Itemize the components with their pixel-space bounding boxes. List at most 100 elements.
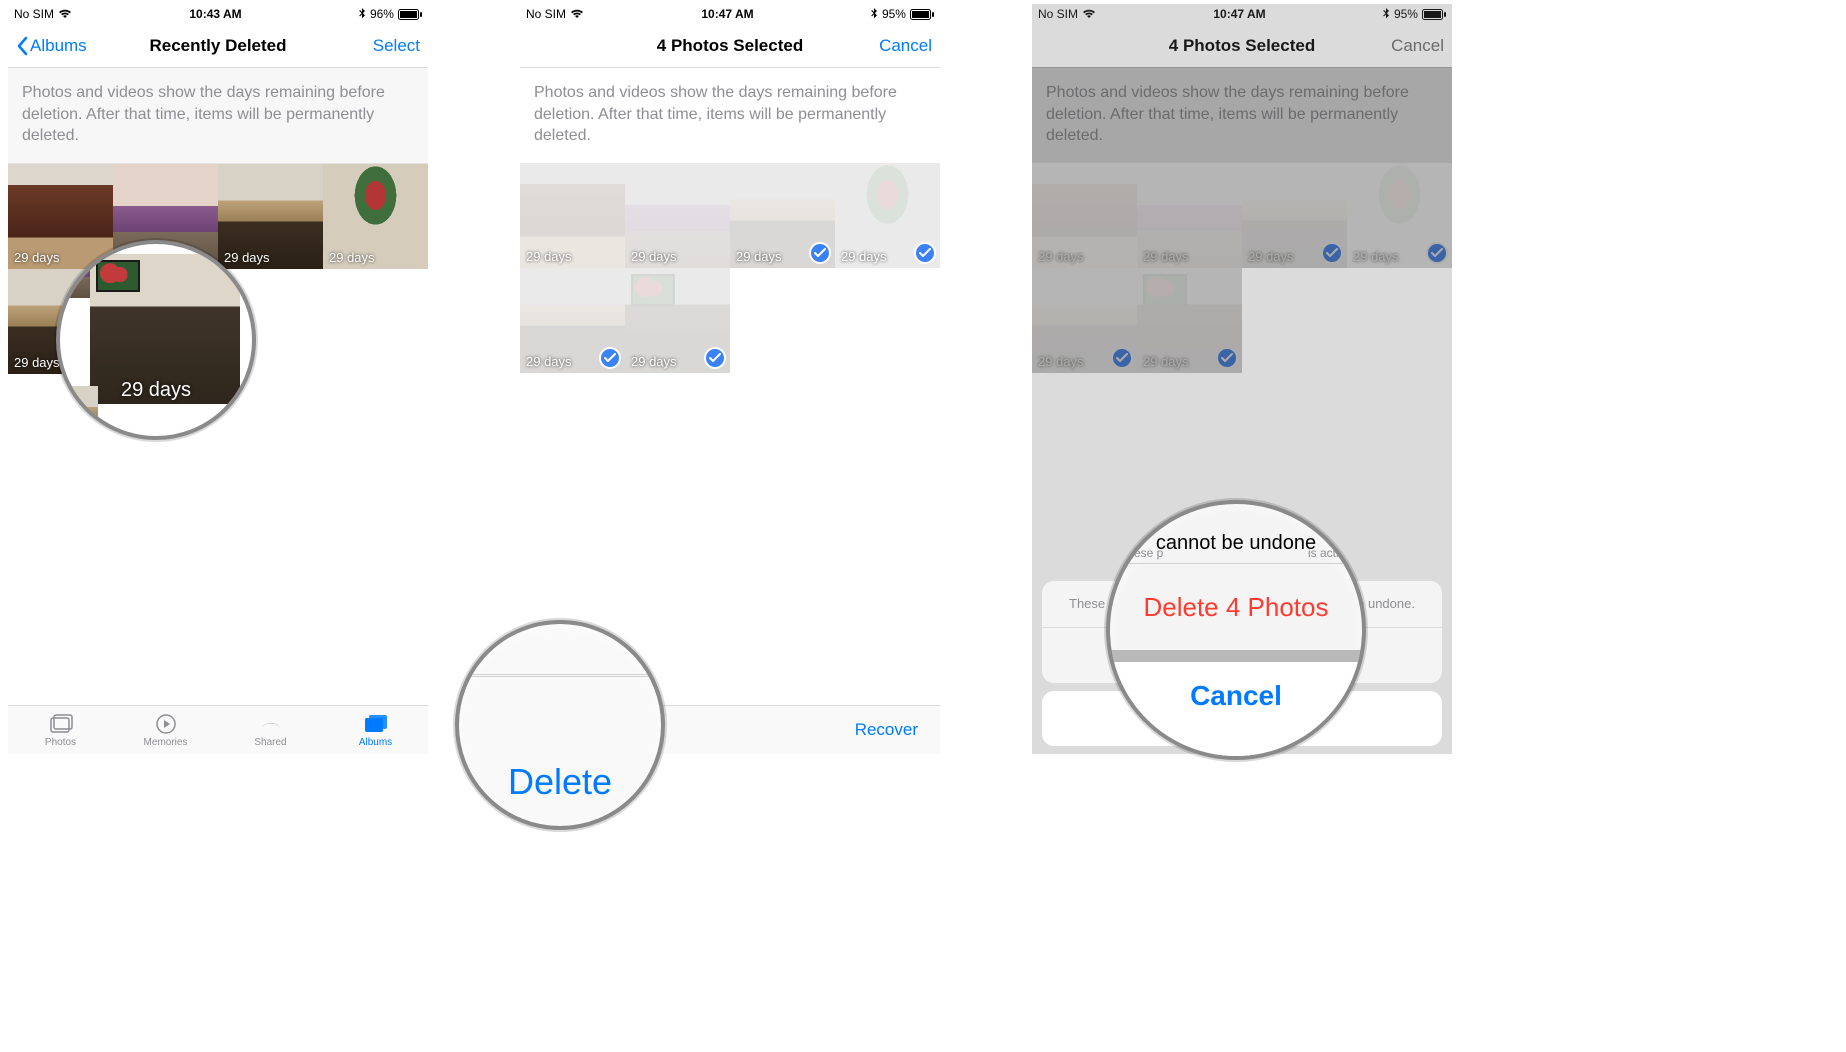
info-text: Photos and videos show the days remainin… (1032, 68, 1452, 163)
page-title: Recently Deleted (96, 36, 340, 56)
photo-thumb[interactable]: 29 days (520, 268, 625, 373)
tab-label: Albums (359, 737, 392, 748)
bluetooth-icon (871, 8, 878, 20)
delete-label: Delete (508, 761, 612, 803)
status-time: 10:47 AM (1213, 7, 1265, 21)
battery-icon (1422, 9, 1446, 20)
battery-percent: 95% (1394, 7, 1418, 21)
photo-thumb[interactable]: 29 days (625, 268, 730, 373)
tab-label: Shared (254, 737, 286, 748)
info-text: Photos and videos show the days remainin… (8, 68, 428, 164)
photo-thumb[interactable]: 29 days (1137, 163, 1242, 268)
magnifier-callout: These p cannot be undone is action Delet… (1106, 500, 1366, 760)
status-bar: No SIM 10:43 AM 96% (8, 4, 428, 24)
back-label: Albums (30, 36, 87, 56)
sheet-message-fragment: cannot be undone (1156, 532, 1316, 555)
photo-thumb[interactable]: 29 days (625, 163, 730, 268)
nav-bar: 4 Photos Selected Cancel (520, 24, 940, 68)
status-time: 10:47 AM (701, 7, 753, 21)
cancel-label: Cancel (1110, 662, 1362, 756)
nav-bar: 4 Photos Selected Cancel (1032, 24, 1452, 68)
albums-icon (363, 713, 389, 735)
select-button[interactable]: Select (373, 36, 420, 56)
tab-label: Photos (45, 737, 76, 748)
photo-thumb[interactable]: 29 days (835, 163, 940, 268)
days-label: 29 days (1143, 354, 1189, 369)
wifi-icon (570, 9, 584, 19)
magnifier-callout: 29 days days 29 days (56, 240, 256, 440)
checkmark-icon (1216, 347, 1238, 369)
status-bar: No SIM 10:47 AM 95% (520, 4, 940, 24)
back-button[interactable]: Albums (16, 36, 87, 56)
checkmark-icon (1111, 347, 1133, 369)
page-title: 4 Photos Selected (608, 36, 852, 56)
days-label: 29 days (526, 249, 572, 264)
battery-percent: 95% (882, 7, 906, 21)
shared-icon (258, 713, 284, 735)
photo-thumb[interactable]: 29 days (730, 163, 835, 268)
sheet-message-fragment: is action (1308, 546, 1352, 560)
battery-icon (910, 9, 934, 20)
photo-grid: 29 days 29 days 29 days 29 days 29 days … (520, 163, 940, 373)
days-label: 29 days (1038, 354, 1084, 369)
checkmark-icon (599, 347, 621, 369)
page-title: 4 Photos Selected (1120, 36, 1364, 56)
photo-thumb[interactable]: 29 days (1137, 268, 1242, 373)
carrier-label: No SIM (14, 7, 54, 21)
recover-button[interactable]: Recover (855, 720, 918, 740)
chevron-left-icon (16, 36, 28, 56)
photo-thumb[interactable]: 29 days (323, 164, 428, 269)
photo-thumb[interactable]: 29 days (1032, 268, 1137, 373)
checkmark-icon (1426, 242, 1448, 264)
memories-icon (153, 713, 179, 735)
days-label: 29 days (526, 354, 572, 369)
days-label: 29 days (631, 354, 677, 369)
days-label: 29 days (1038, 249, 1084, 264)
delete-photos-label: Delete 4 Photos (1110, 564, 1362, 650)
tab-photos[interactable]: Photos (8, 706, 113, 754)
days-label: 29 days (736, 249, 782, 264)
wifi-icon (58, 9, 72, 19)
bluetooth-icon (1383, 8, 1390, 20)
magnifier-callout: Delete (455, 620, 665, 830)
tab-memories[interactable]: Memories (113, 706, 218, 754)
checkmark-icon (809, 242, 831, 264)
battery-icon (398, 9, 422, 20)
photo-thumb[interactable]: 29 days (1242, 163, 1347, 268)
checkmark-icon (1321, 242, 1343, 264)
select-label: Select (373, 36, 420, 56)
cancel-button[interactable]: Cancel (1391, 36, 1444, 56)
days-label: 29 days (1143, 249, 1189, 264)
tab-shared[interactable]: Shared (218, 706, 323, 754)
photo-grid: 29 days 29 days 29 days 29 days 29 days … (1032, 163, 1452, 373)
days-label: 29 days (841, 249, 887, 264)
days-label: 29 days (329, 250, 375, 265)
days-label: 29 days (1353, 249, 1399, 264)
nav-bar: Albums Recently Deleted Select (8, 24, 428, 68)
tab-albums[interactable]: Albums (323, 706, 428, 754)
checkmark-icon (704, 347, 726, 369)
checkmark-icon (914, 242, 936, 264)
cancel-button[interactable]: Cancel (879, 36, 932, 56)
carrier-label: No SIM (1038, 7, 1078, 21)
days-label: 29 days (1248, 249, 1294, 264)
wifi-icon (1082, 9, 1096, 19)
photo-thumb[interactable]: 29 days (520, 163, 625, 268)
battery-percent: 96% (370, 7, 394, 21)
cancel-label: Cancel (879, 36, 932, 56)
carrier-label: No SIM (526, 7, 566, 21)
bluetooth-icon (359, 8, 366, 20)
days-label: 29 days (631, 249, 677, 264)
info-text: Photos and videos show the days remainin… (520, 68, 940, 163)
photo-thumb[interactable]: 29 days (1347, 163, 1452, 268)
photo-thumb[interactable]: 29 days (1032, 163, 1137, 268)
cancel-label: Cancel (1391, 36, 1444, 56)
sheet-message-fragment: These p (1120, 546, 1163, 560)
status-time: 10:43 AM (189, 7, 241, 21)
days-label: 29 days (14, 355, 60, 370)
tab-bar: Photos Memories Shared Albums (8, 705, 428, 754)
tab-label: Memories (144, 737, 188, 748)
status-bar: No SIM 10:47 AM 95% (1032, 4, 1452, 24)
days-label: 29 days (14, 250, 60, 265)
photos-icon (48, 713, 74, 735)
